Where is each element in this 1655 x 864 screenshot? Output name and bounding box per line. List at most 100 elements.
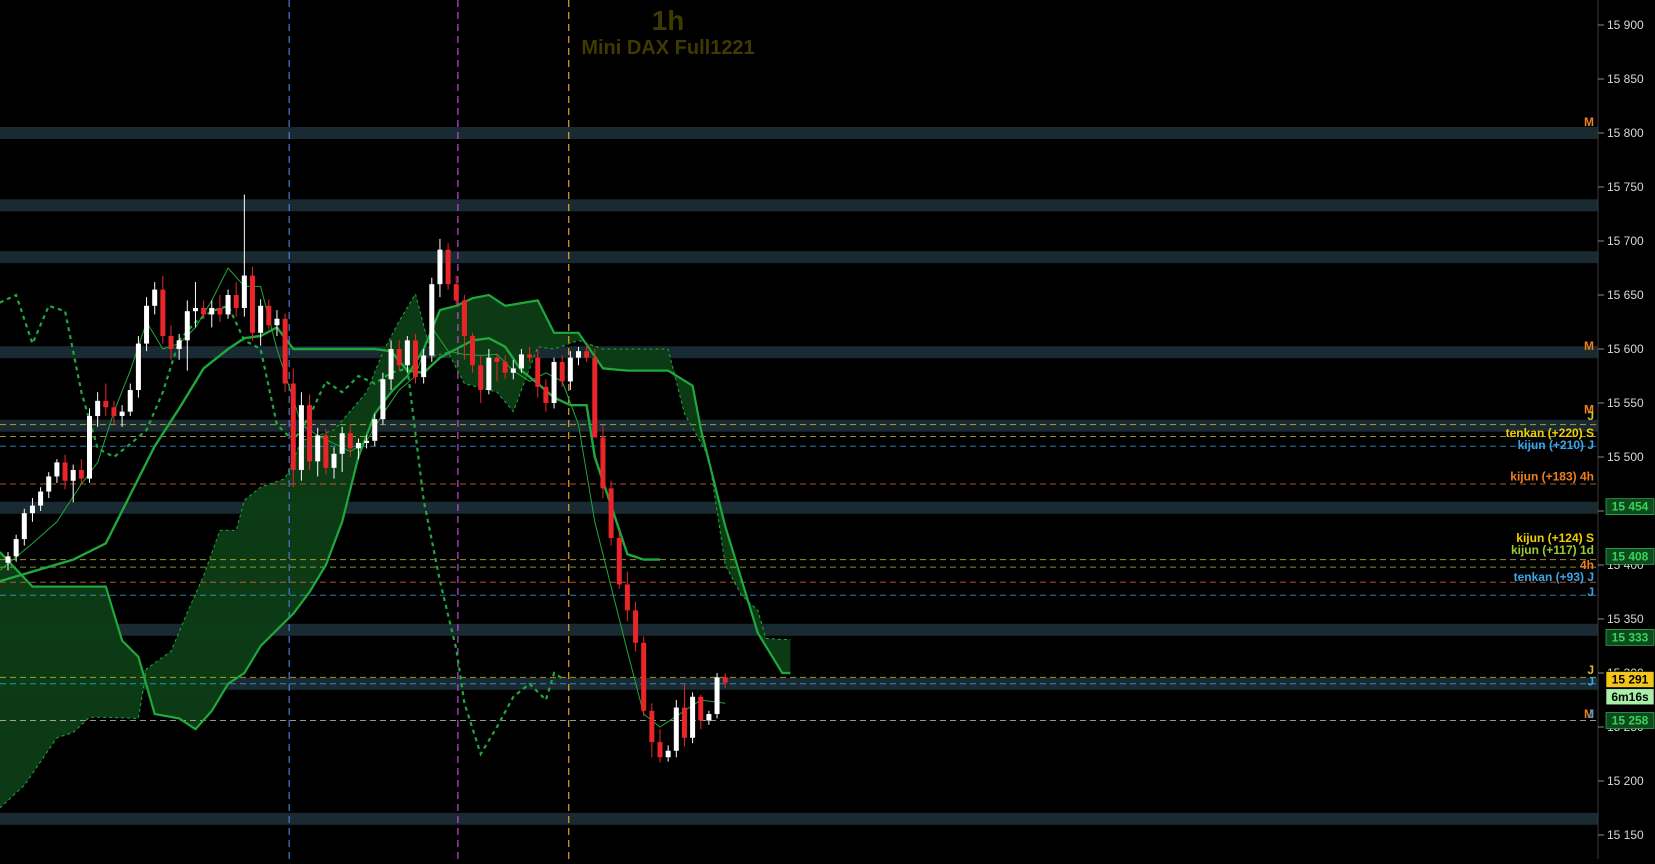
axis-tick-label: 15 750 — [1607, 180, 1644, 194]
candle — [714, 673, 720, 719]
axis-tick-label: 15 150 — [1607, 828, 1644, 842]
price-badge-label: 15 454 — [1612, 500, 1649, 514]
chart[interactable]: 1h Mini DAX Full1221 15 900 15 850 15 800 1… — [0, 0, 1655, 859]
candle-body — [347, 433, 353, 449]
candle — [323, 428, 329, 475]
sr-zone — [0, 251, 1598, 264]
candle — [445, 243, 451, 290]
candle-body — [152, 289, 158, 306]
candle-body — [21, 513, 27, 540]
candle — [690, 692, 696, 744]
candle-body — [461, 300, 467, 337]
sr-zone — [0, 346, 1598, 359]
candle-body — [690, 696, 696, 738]
candle-body — [413, 340, 418, 378]
candle-body — [266, 305, 272, 326]
level-label: J — [1587, 707, 1594, 721]
candle-body — [380, 379, 386, 420]
candle-body — [624, 584, 630, 611]
candle — [413, 333, 418, 384]
candle-body — [87, 415, 92, 479]
price-badge: 15 333 — [1605, 629, 1655, 646]
axis-tick-label: 15 850 — [1607, 72, 1644, 86]
candle-body — [233, 295, 239, 308]
level-label: J — [1587, 409, 1594, 423]
candle-body — [714, 677, 720, 715]
candle-body — [706, 714, 712, 721]
candlestick-chart[interactable]: 1h Mini DAX Full1221 15 900 15 850 15 800 1… — [0, 0, 1655, 859]
candle — [641, 636, 647, 717]
candle-body — [641, 642, 647, 711]
candle-body — [119, 411, 125, 416]
sr-zone — [0, 812, 1598, 825]
candle — [290, 368, 296, 488]
timeframe-label: 1h — [652, 5, 685, 36]
candle-body — [176, 340, 182, 349]
candle-body — [608, 488, 614, 538]
candle — [608, 480, 614, 546]
candle-body — [429, 284, 435, 356]
level-label: kijun (+117) 1d — [1511, 543, 1594, 557]
candle-body — [559, 361, 565, 382]
candle-body — [331, 453, 337, 468]
candle-body — [551, 361, 557, 403]
price-badge-label: 6m16s — [1611, 690, 1649, 704]
candle-body — [437, 249, 443, 285]
level-label: kijun (+210) J — [1518, 438, 1594, 452]
candle-body — [209, 307, 215, 315]
candle-body — [421, 355, 427, 378]
candle-body — [527, 354, 533, 358]
axis-tick-label: 15 500 — [1607, 450, 1644, 464]
candle-body — [78, 469, 84, 479]
price-badge: 15 291 — [1605, 671, 1655, 688]
candle-body — [567, 357, 573, 382]
price-badge-label: 15 291 — [1612, 672, 1649, 686]
level-label: M — [1584, 339, 1594, 353]
sr-zone — [0, 677, 1598, 690]
candle-body — [364, 440, 370, 443]
level-label: J — [1587, 585, 1594, 599]
price-badge-label: 15 408 — [1612, 549, 1649, 563]
candle-body — [470, 336, 476, 366]
axis-tick-label: 15 800 — [1607, 126, 1644, 140]
candle-body — [453, 284, 459, 301]
candle-body — [29, 505, 35, 514]
sr-zone — [0, 419, 1598, 432]
candle-body — [258, 305, 264, 333]
candle-body — [225, 295, 231, 315]
candle — [87, 408, 92, 483]
candle — [673, 700, 679, 758]
candle-body — [673, 707, 679, 751]
candle-body — [54, 462, 60, 477]
level-label: tenkan (+93) J — [1514, 570, 1594, 584]
candle-body — [160, 289, 166, 337]
candle-body — [388, 349, 394, 380]
axis-tick-label: 15 350 — [1607, 612, 1644, 626]
candle-body — [315, 435, 321, 462]
candle — [135, 336, 141, 398]
candle-body — [592, 357, 598, 438]
sr-zone — [0, 199, 1598, 212]
sr-zone — [0, 127, 1598, 139]
candle-body — [13, 539, 19, 557]
candle-body — [127, 390, 133, 412]
sr-zone — [0, 501, 1598, 514]
price-badge: 15 454 — [1605, 498, 1655, 515]
candle-body — [486, 357, 492, 391]
candle — [616, 530, 622, 589]
candle — [592, 349, 598, 438]
candle-body — [62, 462, 68, 481]
candle-body — [722, 677, 728, 683]
candle-body — [502, 361, 508, 373]
candle-body — [510, 368, 516, 373]
candle-body — [665, 750, 671, 758]
candle-body — [46, 476, 52, 492]
candle-body — [111, 407, 117, 416]
level-label: J — [1587, 675, 1594, 689]
level-label: kijun (+183) 4h — [1510, 469, 1594, 483]
candle-body — [307, 405, 313, 462]
level-label: M — [1584, 115, 1594, 129]
candle — [307, 394, 313, 470]
candle-body — [250, 275, 255, 333]
price-badge: 15 408 — [1605, 548, 1655, 565]
